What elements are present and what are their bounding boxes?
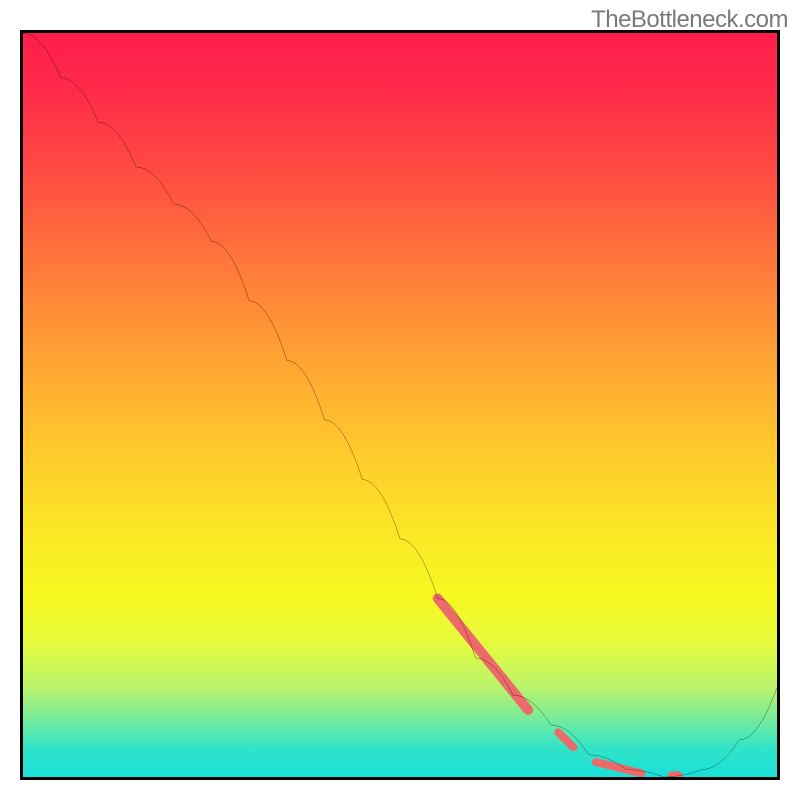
chart-container: TheBottleneck.com bbox=[0, 0, 800, 800]
highlight-segment bbox=[596, 762, 641, 773]
data-curve bbox=[23, 33, 777, 777]
chart-svg bbox=[23, 33, 777, 777]
highlight-segment bbox=[558, 732, 573, 747]
highlight-markers bbox=[438, 598, 679, 774]
watermark-text: TheBottleneck.com bbox=[591, 6, 788, 34]
plot-frame bbox=[20, 30, 780, 780]
highlight-segment bbox=[438, 598, 528, 710]
